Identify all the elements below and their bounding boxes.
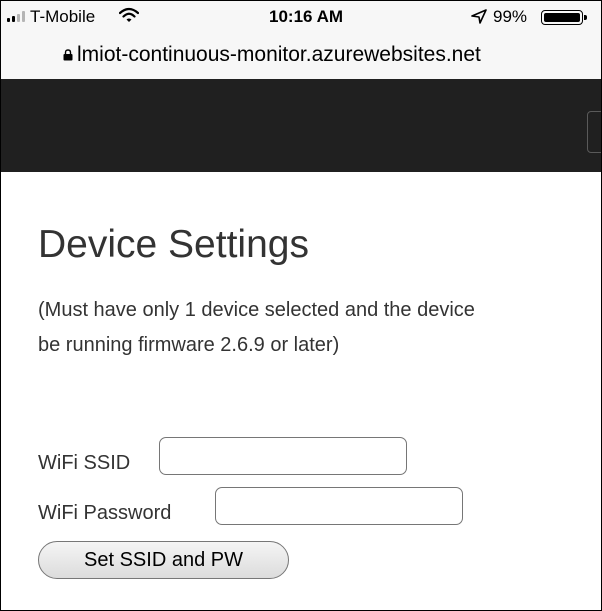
carrier-name: T-Mobile xyxy=(30,7,96,26)
clock: 10:16 AM xyxy=(269,7,344,26)
url-text[interactable]: lmiot-continuous-monitor.azurewebsites.n… xyxy=(77,43,481,67)
page-title: Device Settings xyxy=(38,223,309,266)
ssid-label: WiFi SSID xyxy=(38,452,131,474)
lock-icon xyxy=(63,49,73,61)
set-ssid-pw-button[interactable]: Set SSID and PW xyxy=(38,541,289,579)
battery-percent: 99% xyxy=(493,7,528,26)
phone-screen: T-Mobile 10:16 AM 99% lmiot-continuous-m… xyxy=(0,0,602,611)
note-line: be running firmware 2.6.9 or later) xyxy=(38,334,340,356)
status-bar: T-Mobile 10:16 AM 99% xyxy=(1,1,601,31)
password-input[interactable] xyxy=(215,487,463,525)
requirements-note: (Must have only 1 device selected and th… xyxy=(38,293,601,363)
password-label: WiFi Password xyxy=(38,502,172,524)
signal-icon xyxy=(7,11,25,22)
note-line: (Must have only 1 device selected and th… xyxy=(38,299,475,321)
location-icon xyxy=(471,9,487,24)
menu-toggle-button[interactable] xyxy=(587,111,601,153)
battery-icon xyxy=(541,10,587,25)
app-header xyxy=(1,79,601,172)
wifi-icon xyxy=(119,7,139,22)
ssid-input[interactable] xyxy=(159,437,407,475)
